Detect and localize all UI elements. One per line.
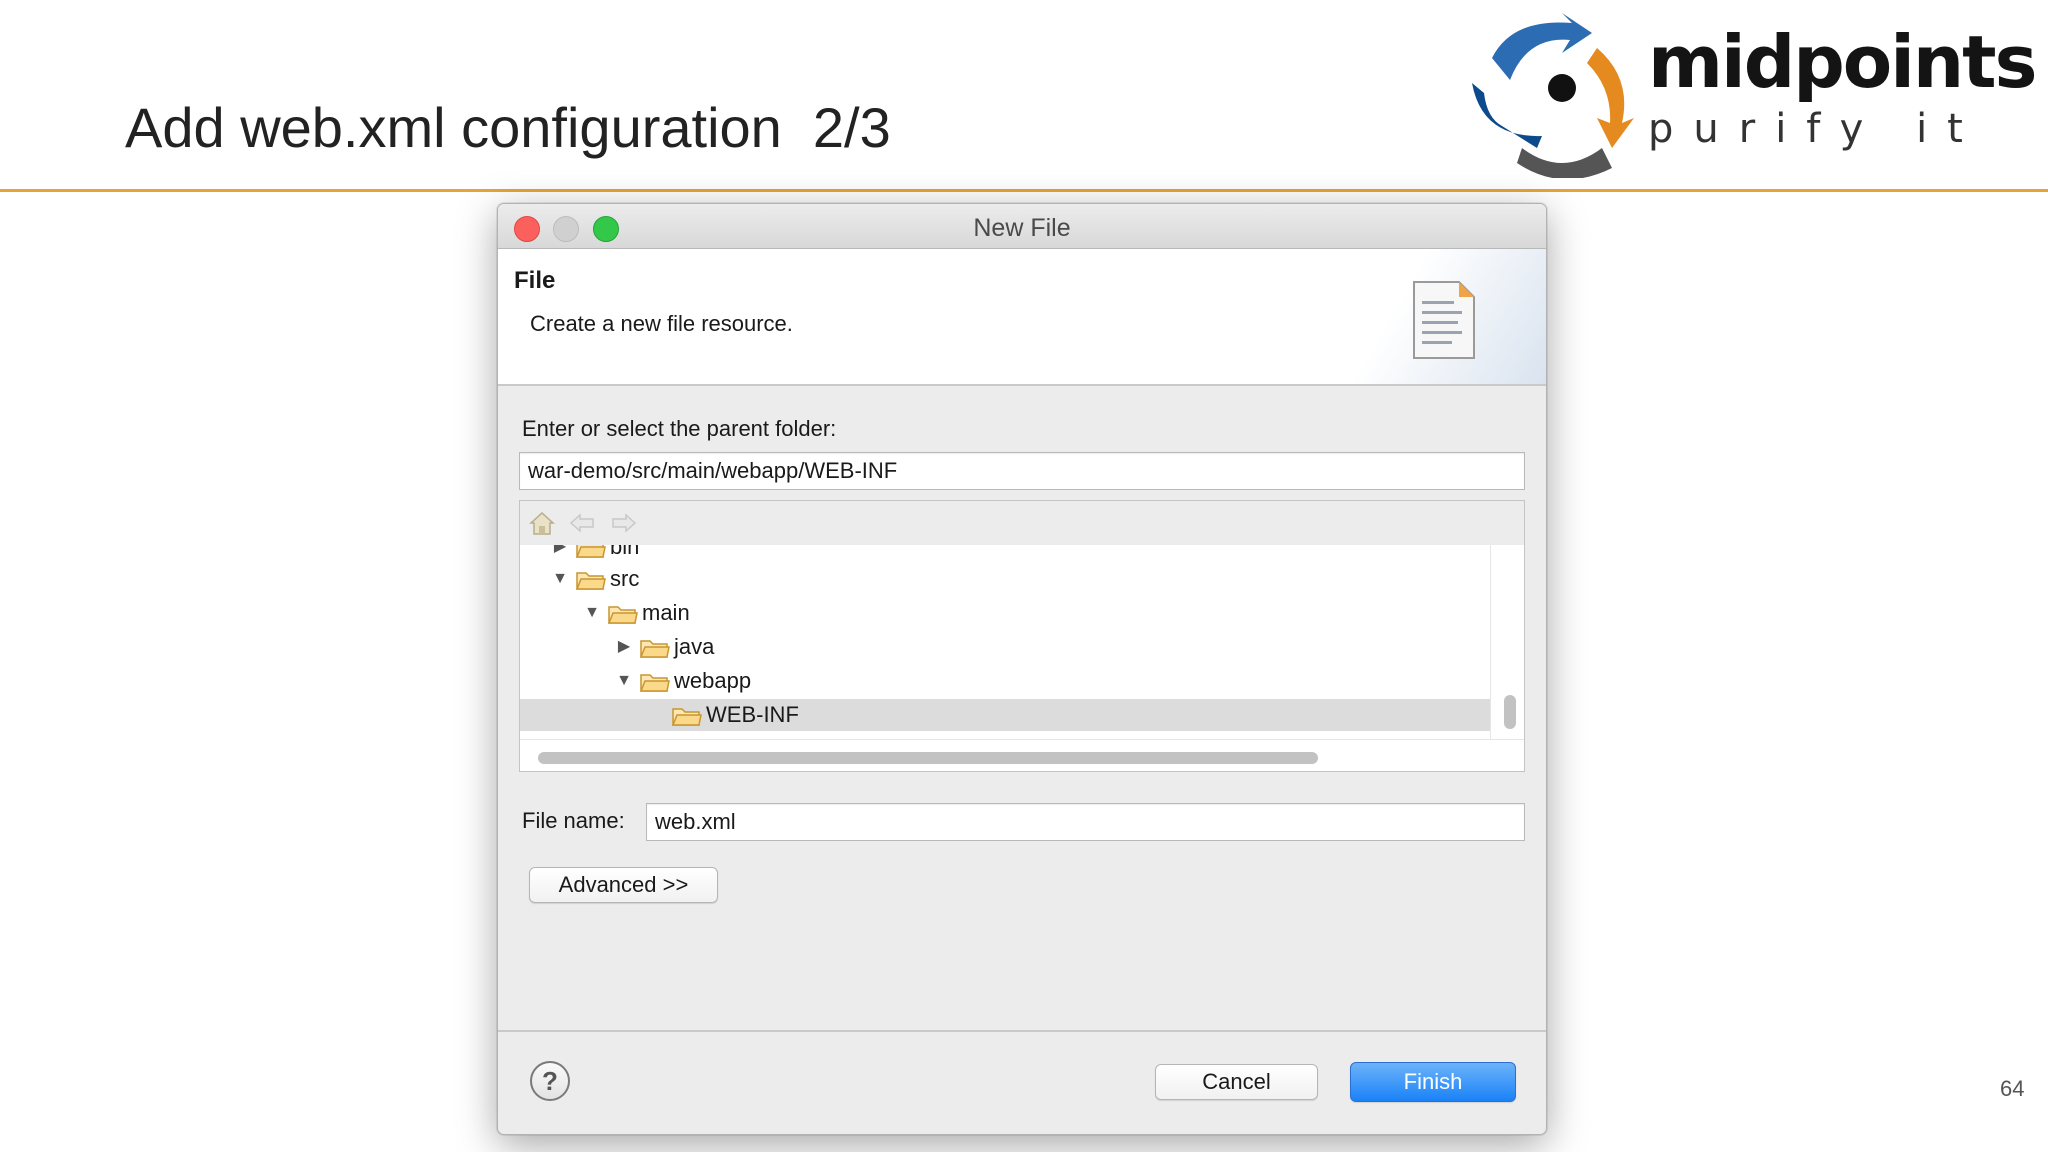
- expanded-arrow-icon[interactable]: ▼: [616, 665, 632, 697]
- collapsed-arrow-icon[interactable]: ▶: [552, 545, 568, 563]
- back-arrow-icon[interactable]: [568, 509, 596, 537]
- document-icon: [1413, 281, 1475, 359]
- slide-title: Add web.xml configuration 2/3: [125, 96, 891, 159]
- file-name-label: File name:: [522, 808, 625, 833]
- tree-node-bin[interactable]: ▶ bin: [520, 545, 1490, 563]
- folder-icon: [608, 606, 638, 624]
- header-divider: [0, 189, 2048, 192]
- wizard-banner: File Create a new file resource.: [498, 249, 1546, 386]
- help-icon[interactable]: ?: [530, 1061, 570, 1101]
- collapsed-arrow-icon[interactable]: ▶: [616, 631, 632, 663]
- cancel-button[interactable]: Cancel: [1155, 1064, 1318, 1100]
- wizard-description: Create a new file resource.: [530, 311, 793, 336]
- folder-icon: [576, 572, 606, 590]
- midpoints-logo-mark-icon: [1472, 13, 1634, 180]
- folder-icon: [576, 545, 606, 558]
- expanded-arrow-icon[interactable]: ▼: [584, 597, 600, 629]
- midpoints-logo: midpoints purify it: [1462, 8, 2037, 180]
- home-icon[interactable]: [528, 509, 556, 537]
- finish-button[interactable]: Finish: [1350, 1062, 1516, 1102]
- expanded-arrow-icon[interactable]: ▼: [552, 563, 568, 595]
- logo-wordmark: midpoints: [1648, 20, 2037, 104]
- horizontal-scrollbar[interactable]: [520, 739, 1524, 771]
- window-title: New File: [973, 214, 1071, 242]
- new-file-dialog: New File File Create a new file resource…: [497, 203, 1547, 1135]
- advanced-button[interactable]: Advanced >>: [529, 867, 718, 903]
- vertical-scroll-thumb[interactable]: [1504, 695, 1516, 729]
- parent-folder-input[interactable]: [519, 452, 1525, 490]
- tree-node-webapp[interactable]: ▼ webapp: [520, 665, 1490, 697]
- dialog-titlebar[interactable]: New File: [498, 204, 1546, 249]
- folder-icon: [640, 674, 670, 692]
- folder-icon: [672, 708, 702, 726]
- logo-tagline: purify it: [1648, 106, 1983, 152]
- tree-body: ▶ bin ▼ src ▼ main ▶ java ▼ webapp WEB-I…: [520, 545, 1490, 739]
- folder-icon: [640, 640, 670, 658]
- tree-node-java[interactable]: ▶ java: [520, 631, 1490, 663]
- tree-node-web-inf[interactable]: WEB-INF: [520, 699, 1490, 731]
- forward-arrow-icon[interactable]: [610, 509, 638, 537]
- wizard-title: File: [514, 267, 556, 294]
- file-name-input[interactable]: [646, 803, 1525, 841]
- slide-number: 64: [2000, 1076, 2025, 1101]
- folder-tree: ▶ bin ▼ src ▼ main ▶ java ▼ webapp WEB-I…: [519, 500, 1525, 772]
- parent-folder-label: Enter or select the parent folder:: [522, 416, 837, 441]
- tree-node-src[interactable]: ▼ src: [520, 563, 1490, 595]
- footer-divider: [498, 1030, 1546, 1032]
- tree-toolbar: [520, 501, 1524, 545]
- vertical-scrollbar[interactable]: [1490, 545, 1524, 741]
- horizontal-scroll-thumb[interactable]: [538, 752, 1318, 764]
- tree-node-main[interactable]: ▼ main: [520, 597, 1490, 629]
